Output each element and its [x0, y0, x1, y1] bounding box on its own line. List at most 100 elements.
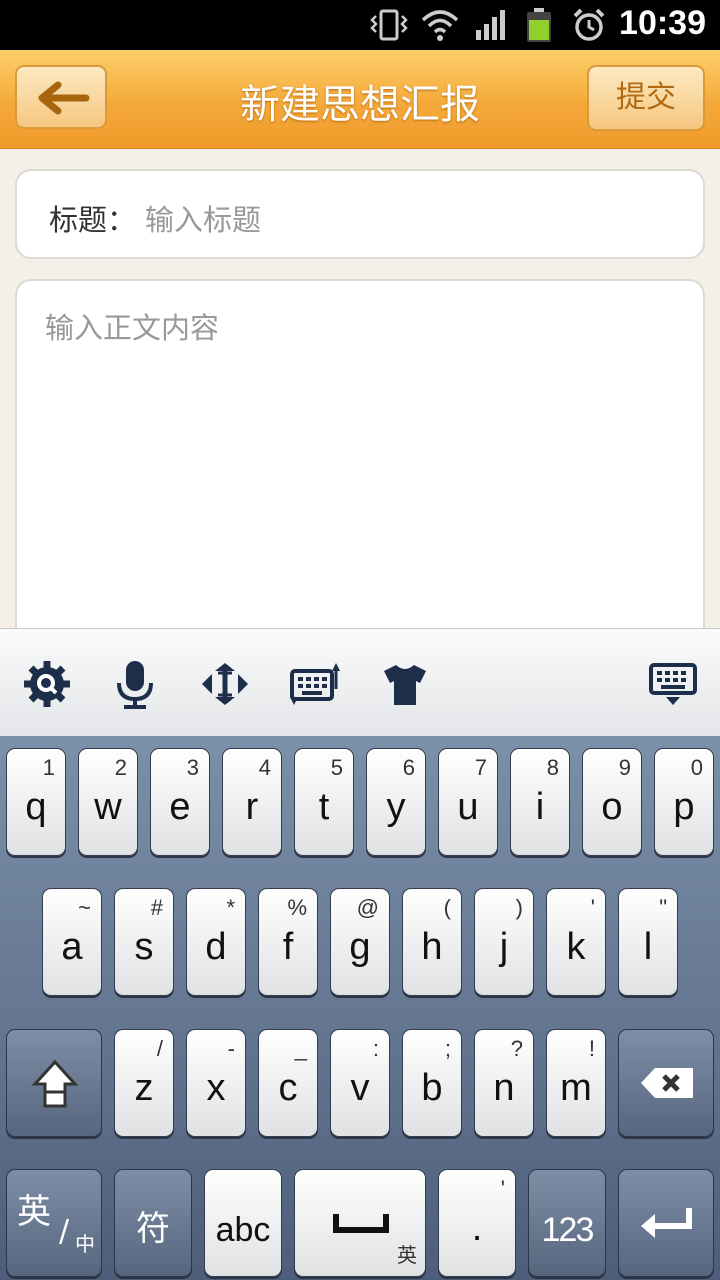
key-label: p — [673, 786, 695, 828]
language-key-slash: / — [59, 1214, 70, 1249]
key-c[interactable]: _ c — [258, 1029, 318, 1137]
settings-icon[interactable] — [22, 659, 72, 709]
key-d[interactable]: * d — [186, 888, 246, 996]
keyboard-switch-icon[interactable] — [290, 659, 340, 709]
key-secondary-label: 3 — [186, 755, 199, 780]
backspace-key[interactable] — [618, 1029, 714, 1137]
key-t[interactable]: 5t — [294, 748, 354, 856]
key-secondary-label: 8 — [546, 755, 559, 780]
key-u[interactable]: 7u — [438, 748, 498, 856]
key-label: l — [643, 926, 653, 968]
key-label: j — [499, 926, 509, 968]
key-label: z — [134, 1067, 154, 1109]
key-o[interactable]: 9o — [582, 748, 642, 856]
key-secondary-label: _ — [294, 1036, 307, 1061]
key-p[interactable]: 0p — [654, 748, 714, 856]
key-label: u — [457, 786, 479, 828]
key-secondary-label: @ — [356, 895, 379, 920]
key-label: i — [535, 786, 545, 828]
key-w[interactable]: 2w — [78, 748, 138, 856]
key-z[interactable]: / z — [114, 1029, 174, 1137]
key-secondary-label: 7 — [474, 755, 487, 780]
key-label: s — [134, 926, 154, 968]
shift-key[interactable] — [6, 1029, 102, 1137]
key-h[interactable]: (h — [402, 888, 462, 996]
key-b[interactable]: ; b — [402, 1029, 462, 1137]
key-label: g — [349, 926, 371, 968]
key-label: x — [206, 1067, 226, 1109]
key-secondary-label: 5 — [330, 755, 343, 780]
key-secondary-label: 4 — [258, 755, 271, 780]
key-label: b — [421, 1067, 443, 1109]
cursor-move-icon[interactable] — [200, 659, 250, 709]
shift-icon — [31, 1059, 79, 1108]
key-secondary-label: ( — [443, 895, 451, 920]
space-key[interactable]: 英 — [294, 1169, 426, 1277]
hide-keyboard-icon[interactable] — [648, 659, 698, 709]
microphone-icon[interactable] — [110, 659, 160, 709]
number-key[interactable]: 123 — [528, 1169, 606, 1277]
key-l[interactable]: " l — [618, 888, 678, 996]
soft-keyboard: 1q2w3e4r5t6y7u8i9o0p ~ a # s * d% f @ g(h) j ' k " l … — [0, 736, 720, 1280]
alarm-icon — [573, 8, 605, 41]
space-icon — [333, 1214, 389, 1233]
title-input[interactable]: 输入标题 — [145, 197, 261, 239]
title-label: 标题： — [49, 203, 137, 237]
submit-button[interactable]: 提交 — [587, 65, 705, 131]
wifi-icon — [421, 10, 459, 41]
symbol-key-label: 符 — [136, 1210, 170, 1248]
key-secondary-label: ? — [510, 1036, 523, 1061]
key-secondary-label: ; — [444, 1036, 451, 1061]
abc-key-label: abc — [215, 1211, 271, 1249]
theme-shirt-icon[interactable] — [380, 659, 430, 709]
space-key-sub: 英 — [397, 1243, 417, 1267]
key-secondary-label: " — [659, 895, 667, 920]
key-a[interactable]: ~ a — [42, 888, 102, 996]
key-secondary-label: 1 — [42, 755, 55, 780]
key-j[interactable]: ) j — [474, 888, 534, 996]
vibrate-icon — [370, 9, 408, 41]
key-y[interactable]: 6y — [366, 748, 426, 856]
key-secondary-label: 0 — [690, 755, 703, 780]
key-secondary-label: ~ — [78, 895, 91, 920]
status-bar: 10:39 — [0, 0, 720, 50]
battery-icon — [527, 8, 551, 42]
form-area: 标题： 输入标题 输入正文内容 — [0, 149, 720, 699]
period-key[interactable]: ' . — [438, 1169, 516, 1277]
back-button[interactable] — [15, 65, 107, 129]
key-secondary-label: * — [226, 895, 235, 920]
period-key-sub: ' — [500, 1176, 505, 1201]
key-secondary-label: % — [287, 895, 307, 920]
key-k[interactable]: ' k — [546, 888, 606, 996]
language-key-label: 英 — [17, 1192, 51, 1232]
body-input[interactable]: 输入正文内容 — [45, 305, 219, 347]
title-field[interactable]: 标题： 输入标题 — [15, 169, 705, 259]
key-g[interactable]: @ g — [330, 888, 390, 996]
key-label: h — [421, 926, 443, 968]
key-secondary-label: / — [156, 1036, 163, 1061]
symbol-key[interactable]: 符 — [114, 1169, 192, 1277]
key-label: n — [493, 1067, 515, 1109]
key-n[interactable]: ? n — [474, 1029, 534, 1137]
key-i[interactable]: 8i — [510, 748, 570, 856]
key-f[interactable]: % f — [258, 888, 318, 996]
key-m[interactable]: ! m — [546, 1029, 606, 1137]
abc-key[interactable]: abc — [204, 1169, 282, 1277]
key-secondary-label: ! — [588, 1036, 595, 1061]
backspace-icon — [641, 1068, 693, 1098]
language-switch-key[interactable]: 英 / 中 — [6, 1169, 102, 1277]
key-e[interactable]: 3e — [150, 748, 210, 856]
key-v[interactable]: :v — [330, 1029, 390, 1137]
key-r[interactable]: 4r — [222, 748, 282, 856]
enter-key[interactable] — [618, 1169, 714, 1277]
key-secondary-label: - — [227, 1036, 235, 1061]
title-bar: 新建思想汇报 提交 — [0, 50, 720, 149]
key-x[interactable]: -x — [186, 1029, 246, 1137]
page-title: 新建思想汇报 — [240, 82, 480, 128]
key-s[interactable]: # s — [114, 888, 174, 996]
key-label: r — [245, 786, 259, 828]
key-secondary-label: ) — [515, 895, 523, 920]
key-label: d — [205, 926, 227, 968]
key-label: k — [566, 926, 586, 968]
key-q[interactable]: 1q — [6, 748, 66, 856]
